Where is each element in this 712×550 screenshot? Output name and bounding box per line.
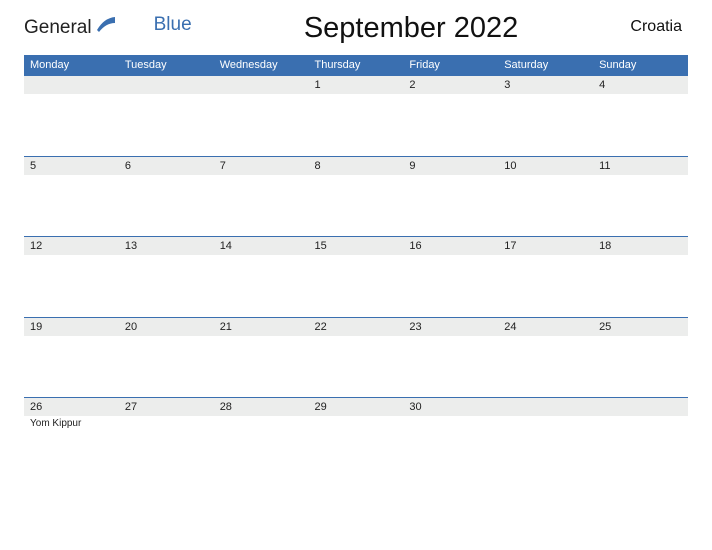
date-row: 1 2 3 4	[24, 76, 688, 95]
date-row: 26 27 28 29 30	[24, 398, 688, 417]
date-cell: 5	[24, 156, 119, 175]
event-cell	[309, 336, 404, 398]
event-cell	[403, 255, 498, 317]
date-cell: 14	[214, 237, 309, 256]
brand-text-2: Blue	[154, 14, 192, 36]
date-cell: 16	[403, 237, 498, 256]
day-header: Sunday	[593, 55, 688, 76]
day-header: Tuesday	[119, 55, 214, 76]
event-cell	[309, 175, 404, 237]
event-cell	[593, 175, 688, 237]
event-cell	[498, 94, 593, 156]
day-header: Friday	[403, 55, 498, 76]
date-cell	[214, 76, 309, 95]
date-cell: 28	[214, 398, 309, 417]
event-cell	[593, 336, 688, 398]
date-cell: 13	[119, 237, 214, 256]
calendar-header: General Blue September 2022 Croatia	[24, 12, 688, 45]
event-row	[24, 336, 688, 398]
event-cell	[119, 416, 214, 456]
date-cell: 20	[119, 317, 214, 336]
event-cell	[403, 175, 498, 237]
date-row: 19 20 21 22 23 24 25	[24, 317, 688, 336]
date-cell: 19	[24, 317, 119, 336]
date-cell: 26	[24, 398, 119, 417]
event-row: Yom Kippur	[24, 416, 688, 456]
event-cell	[119, 255, 214, 317]
date-cell: 22	[309, 317, 404, 336]
date-cell: 18	[593, 237, 688, 256]
day-header: Wednesday	[214, 55, 309, 76]
event-cell	[403, 94, 498, 156]
event-row	[24, 94, 688, 156]
date-cell: 10	[498, 156, 593, 175]
event-cell	[498, 416, 593, 456]
calendar-region: Croatia	[630, 12, 688, 36]
date-cell: 4	[593, 76, 688, 95]
date-cell: 21	[214, 317, 309, 336]
date-cell: 17	[498, 237, 593, 256]
date-cell: 23	[403, 317, 498, 336]
event-cell	[24, 175, 119, 237]
date-cell: 15	[309, 237, 404, 256]
event-cell	[214, 336, 309, 398]
date-cell	[119, 76, 214, 95]
brand-logo: General Blue	[24, 12, 192, 39]
date-cell: 7	[214, 156, 309, 175]
event-cell	[593, 255, 688, 317]
event-cell	[119, 175, 214, 237]
brand-swoosh-icon	[96, 16, 116, 39]
date-cell	[498, 398, 593, 417]
brand-text-1: General	[24, 17, 92, 39]
event-cell	[24, 336, 119, 398]
day-header-row: Monday Tuesday Wednesday Thursday Friday…	[24, 55, 688, 76]
event-cell	[309, 255, 404, 317]
event-cell	[214, 175, 309, 237]
calendar-body: 1 2 3 4 5 6 7 8 9 10 11	[24, 76, 688, 457]
date-cell	[593, 398, 688, 417]
date-cell: 12	[24, 237, 119, 256]
date-cell: 29	[309, 398, 404, 417]
date-row: 5 6 7 8 9 10 11	[24, 156, 688, 175]
event-cell	[214, 94, 309, 156]
event-cell	[24, 255, 119, 317]
date-cell	[24, 76, 119, 95]
event-row	[24, 175, 688, 237]
calendar-title: September 2022	[192, 12, 631, 45]
event-cell	[309, 416, 404, 456]
day-header: Saturday	[498, 55, 593, 76]
day-header: Monday	[24, 55, 119, 76]
date-cell: 25	[593, 317, 688, 336]
date-cell: 27	[119, 398, 214, 417]
event-cell	[309, 94, 404, 156]
event-cell	[214, 255, 309, 317]
event-cell	[498, 175, 593, 237]
calendar-grid: Monday Tuesday Wednesday Thursday Friday…	[24, 55, 688, 456]
date-cell: 24	[498, 317, 593, 336]
event-cell	[403, 416, 498, 456]
event-cell	[119, 94, 214, 156]
event-cell	[119, 336, 214, 398]
event-cell	[498, 336, 593, 398]
date-cell: 8	[309, 156, 404, 175]
event-cell	[403, 336, 498, 398]
date-cell: 3	[498, 76, 593, 95]
date-cell: 30	[403, 398, 498, 417]
event-cell	[593, 416, 688, 456]
day-header: Thursday	[309, 55, 404, 76]
event-cell	[24, 94, 119, 156]
event-cell	[593, 94, 688, 156]
date-cell: 11	[593, 156, 688, 175]
event-row	[24, 255, 688, 317]
event-cell	[498, 255, 593, 317]
date-row: 12 13 14 15 16 17 18	[24, 237, 688, 256]
event-cell	[214, 416, 309, 456]
event-cell: Yom Kippur	[24, 416, 119, 456]
date-cell: 6	[119, 156, 214, 175]
date-cell: 2	[403, 76, 498, 95]
date-cell: 1	[309, 76, 404, 95]
date-cell: 9	[403, 156, 498, 175]
